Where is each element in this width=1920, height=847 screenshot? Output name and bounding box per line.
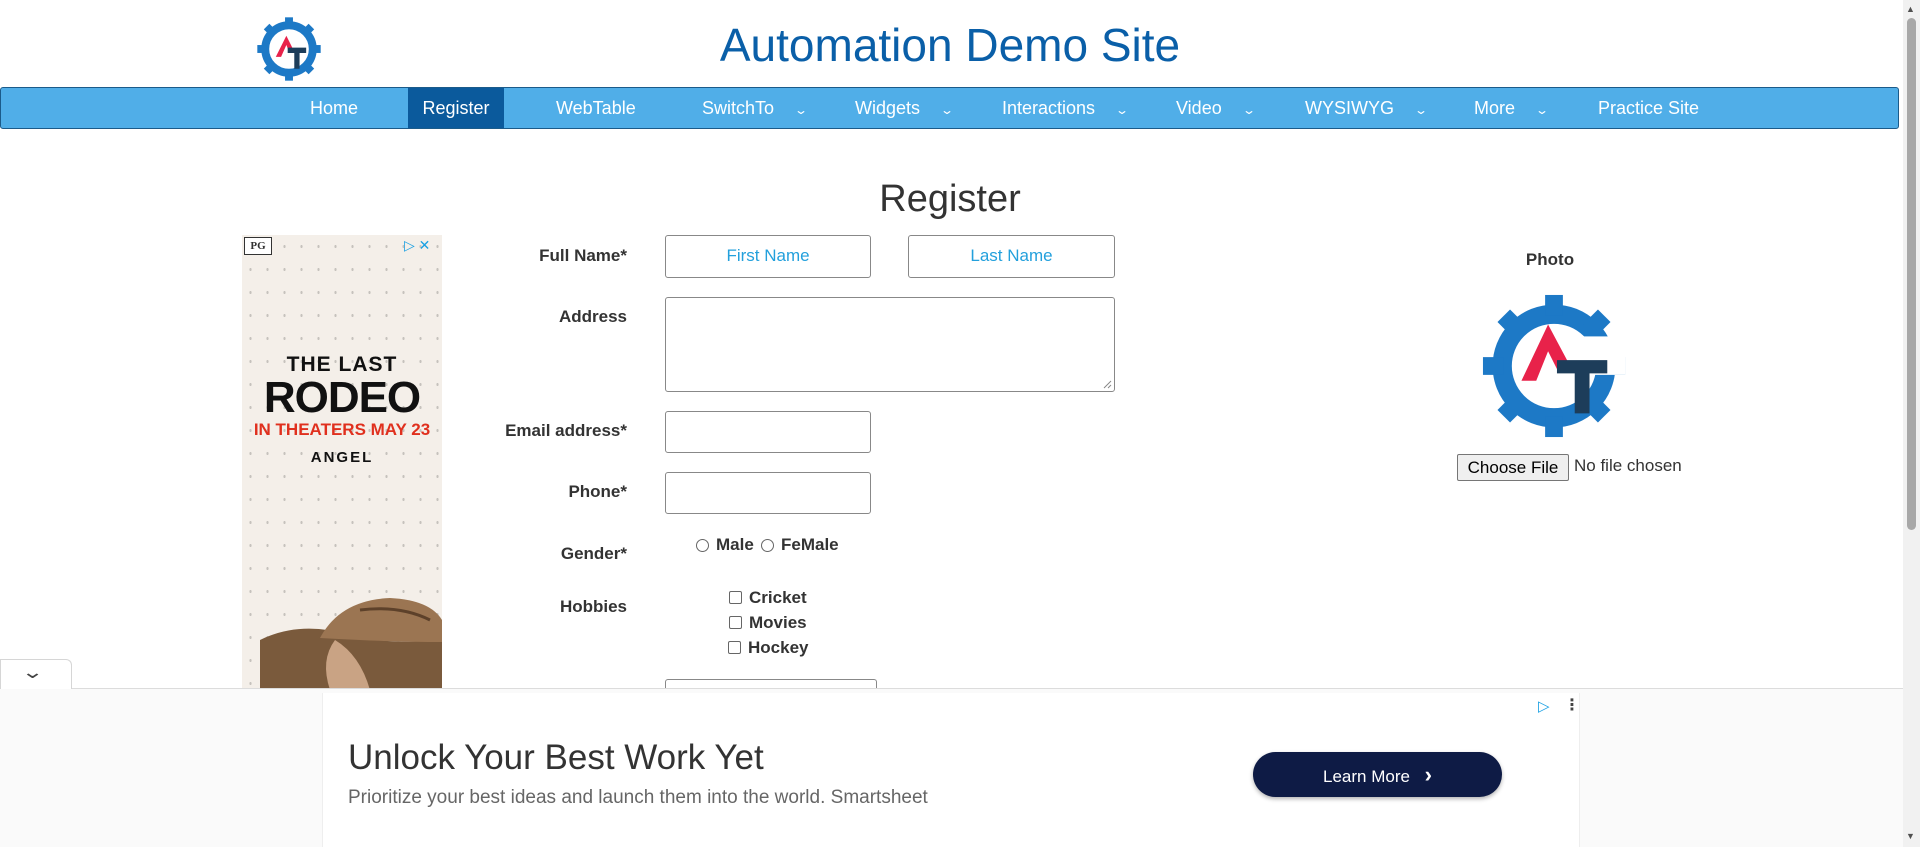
- first-name-input[interactable]: First Name: [665, 235, 871, 278]
- email-label: Email address*: [505, 421, 627, 440]
- nav-interactions[interactable]: Interactions ⌄: [1002, 88, 1130, 128]
- learn-more-button[interactable]: Learn More ›: [1253, 752, 1502, 797]
- chevron-down-icon: ⌄: [1535, 103, 1550, 117]
- hobby-hockey-label: Hockey: [748, 638, 809, 657]
- chevron-right-icon: ›: [1424, 762, 1432, 787]
- nav-more[interactable]: More ⌄: [1474, 88, 1550, 128]
- address-textarea[interactable]: [665, 297, 1115, 392]
- gender-male-radio[interactable]: [696, 539, 709, 552]
- nav-home[interactable]: Home: [310, 88, 358, 128]
- email-input[interactable]: [665, 411, 871, 453]
- full-name-label: Full Name*: [539, 246, 627, 265]
- side-ad-banner[interactable]: PG ▷ ✕ THE LAST RODEO IN THEATERS MAY 23…: [242, 235, 442, 690]
- choose-file-button[interactable]: Choose File: [1457, 454, 1569, 481]
- chevron-down-icon[interactable]: ⌄: [21, 662, 44, 683]
- site-title: Automation Demo Site: [719, 19, 1181, 71]
- file-status-text: No file chosen: [1574, 456, 1682, 475]
- hobby-hockey-checkbox[interactable]: [728, 641, 741, 654]
- ad-movie-title: RODEO: [263, 373, 421, 422]
- ad-studio: ANGEL: [310, 449, 374, 466]
- last-name-input[interactable]: Last Name: [908, 235, 1115, 278]
- chevron-down-icon: ⌄: [1413, 103, 1429, 117]
- hobbies-label: Hobbies: [559, 597, 627, 616]
- rating-badge: PG: [244, 237, 272, 255]
- nav-video[interactable]: Video ⌄: [1176, 88, 1256, 128]
- ad-headline: Unlock Your Best Work Yet: [348, 738, 764, 777]
- nav-wysiwyg[interactable]: WYSIWYG ⌄: [1305, 88, 1429, 128]
- chevron-down-icon: ⌄: [794, 103, 809, 117]
- hobby-movies-checkbox[interactable]: [729, 616, 742, 629]
- more-options-icon[interactable]: ⋮: [1564, 695, 1580, 715]
- nav-practice-site[interactable]: Practice Site: [1598, 88, 1699, 128]
- nav-widgets[interactable]: Widgets ⌄: [855, 88, 955, 128]
- nav-webtable[interactable]: WebTable: [556, 88, 636, 128]
- resize-handle-icon[interactable]: [1103, 380, 1112, 389]
- page-title: Register: [879, 178, 1021, 220]
- chevron-down-icon: ⌄: [1115, 103, 1130, 117]
- bottom-ad-divider: [0, 688, 1903, 689]
- chevron-down-icon: ⌄: [940, 103, 955, 117]
- gender-female-radio[interactable]: [761, 539, 774, 552]
- scrollbar-thumb[interactable]: [1907, 18, 1916, 530]
- scroll-down-icon[interactable]: ▼: [1906, 831, 1915, 841]
- nav-switchto[interactable]: SwitchTo ⌄: [702, 88, 809, 128]
- phone-input[interactable]: [665, 472, 871, 514]
- chevron-down-icon: ⌄: [1241, 103, 1256, 117]
- hobby-movies-label: Movies: [749, 613, 807, 632]
- gender-male-label: Male: [716, 535, 754, 554]
- hobby-cricket-checkbox[interactable]: [729, 591, 742, 604]
- photo-label: Photo: [1525, 250, 1575, 269]
- scroll-up-icon[interactable]: ▲: [1906, 4, 1915, 14]
- nav-register[interactable]: Register: [408, 88, 504, 128]
- adchoices-icon[interactable]: ▷: [1538, 697, 1550, 715]
- address-label: Address: [558, 307, 627, 326]
- gender-female-label: FeMale: [781, 535, 839, 554]
- cowboy-hat-image: [260, 598, 442, 690]
- profile-photo-logo-icon: [1482, 294, 1626, 438]
- main-navbar: Home Register WebTable SwitchTo ⌄ Widgets…: [0, 87, 1899, 129]
- gender-label: Gender*: [560, 544, 627, 563]
- ad-release-date: IN THEATERS MAY 23: [253, 420, 431, 439]
- learn-more-label: Learn More: [1323, 767, 1410, 786]
- ad-subtext: Prioritize your best ideas and launch th…: [348, 787, 928, 808]
- phone-label: Phone*: [568, 482, 627, 501]
- hobby-cricket-label: Cricket: [749, 588, 807, 607]
